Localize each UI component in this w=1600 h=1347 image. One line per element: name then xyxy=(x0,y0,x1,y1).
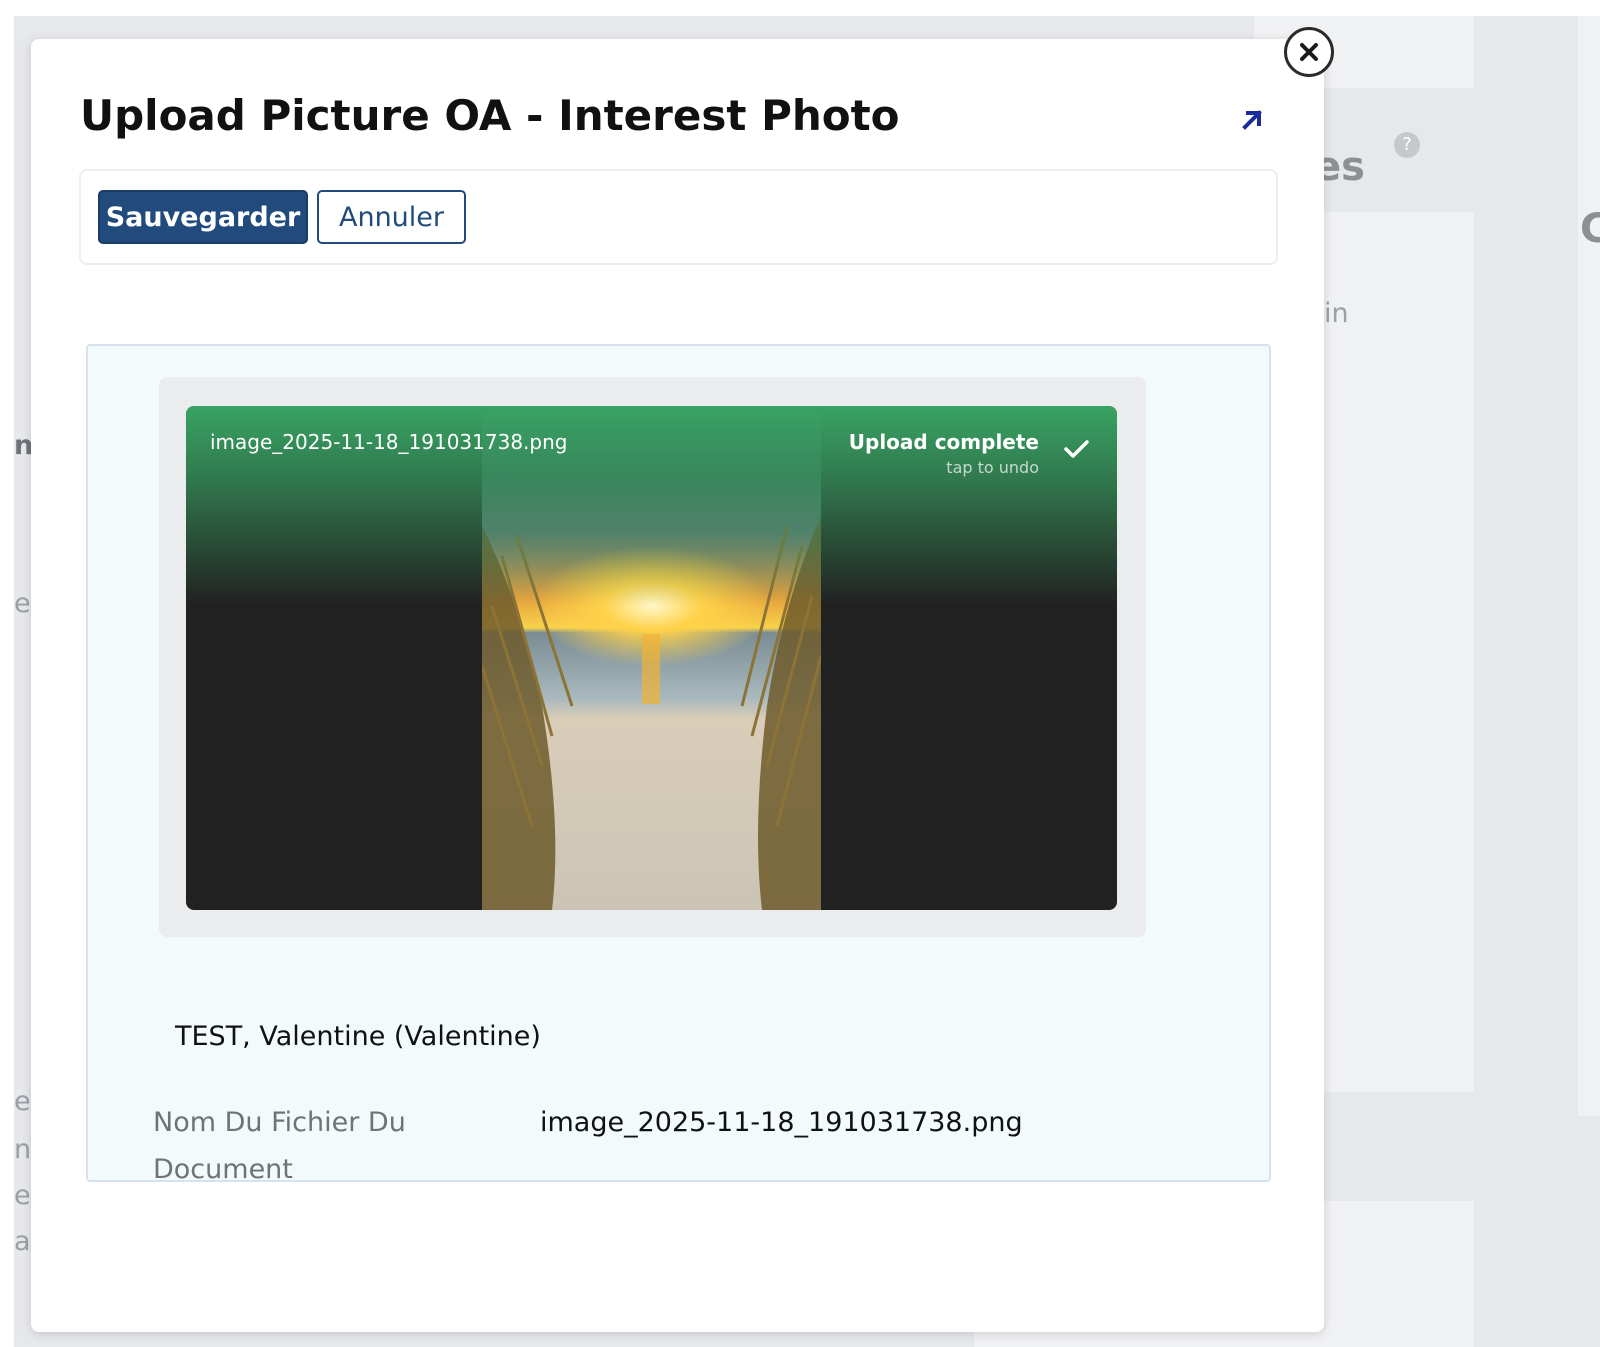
save-button[interactable]: Sauvegarder xyxy=(98,190,308,244)
background-left-letter-3: e xyxy=(14,1086,31,1117)
background-text-in: in xyxy=(1324,298,1349,329)
uploaded-file-item[interactable]: image_2025-11-18_191031738.png Upload co… xyxy=(186,406,1117,910)
person-name: TEST, Valentine (Valentine) xyxy=(175,1021,541,1052)
dialog-title: Upload Picture OA - Interest Photo xyxy=(80,91,900,140)
close-icon xyxy=(1300,43,1318,61)
background-left-letter-4: n xyxy=(14,1134,32,1165)
document-filename-value: image_2025-11-18_191031738.png xyxy=(540,1107,1023,1138)
upload-dialog: Upload Picture OA - Interest Photo Sauve… xyxy=(31,39,1324,1332)
background-card-right xyxy=(1578,16,1600,1116)
document-filename-label: Nom Du Fichier Du Document xyxy=(153,1107,406,1185)
upload-status: Upload complete xyxy=(848,430,1039,454)
check-icon xyxy=(1064,440,1089,458)
upload-file-name: image_2025-11-18_191031738.png xyxy=(210,430,568,454)
background-heading-right: C xyxy=(1580,206,1600,252)
background-help-icon: ? xyxy=(1394,132,1420,158)
close-button[interactable] xyxy=(1284,27,1334,77)
background-left-letter-6: a xyxy=(14,1226,31,1257)
background-left-letter-2: e xyxy=(14,588,31,619)
expand-arrow-icon[interactable] xyxy=(1237,105,1267,135)
undo-hint[interactable]: tap to undo xyxy=(946,458,1039,477)
cancel-button[interactable]: Annuler xyxy=(317,190,466,244)
background-left-letter-5: e xyxy=(14,1180,31,1211)
